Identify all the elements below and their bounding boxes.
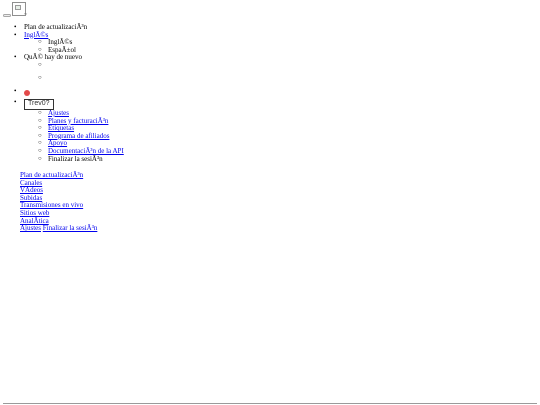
- notification-badge-row: [14, 88, 214, 97]
- settings-logout-row: Ajustes Finalizar la sesiÃ³n: [20, 224, 220, 233]
- nav-user-item: Trev0? Ajustes Planes y facturaciÃ³n Eti…: [14, 98, 214, 164]
- nav-whats-new-text: QuÃ© hay de nuevo: [24, 53, 82, 62]
- user-menu-logout[interactable]: Finalizar la sesiÃ³n: [38, 154, 214, 164]
- link-settings[interactable]: Ajustes: [20, 224, 41, 232]
- main-nav: Plan de actualizaciÃ³n InglÃ©s InglÃ©s E…: [14, 23, 214, 164]
- link-upgrade[interactable]: Plan de actualizaciÃ³n: [20, 171, 220, 180]
- language-options: InglÃ©s EspaÃ±ol: [24, 38, 214, 54]
- link-logout[interactable]: Finalizar la sesiÃ³n: [43, 224, 98, 232]
- whats-new-empty-item: [38, 75, 214, 88]
- user-menu: Ajustes Planes y facturaciÃ³n Etiquetas …: [24, 109, 214, 164]
- language-dropdown-link[interactable]: InglÃ©s: [24, 31, 48, 39]
- menu-toggle-button[interactable]: [3, 14, 11, 17]
- whats-new-empty-item: [38, 62, 214, 75]
- link-websites[interactable]: Sitios web: [20, 209, 220, 218]
- link-channels[interactable]: Canales: [20, 179, 220, 188]
- secondary-nav: Plan de actualizaciÃ³n Canales VÃ­deos S…: [20, 171, 220, 233]
- bottom-divider: [3, 403, 537, 404]
- link-videos[interactable]: VÃ­deos: [20, 187, 220, 195]
- link-live-streams[interactable]: Transmisiones en vivo: [20, 202, 220, 210]
- whats-new-list: [24, 62, 214, 88]
- nav-whats-new-item[interactable]: QuÃ© hay de nuevo: [14, 54, 214, 88]
- broken-image-icon: [15, 5, 21, 10]
- notification-badge-icon[interactable]: [24, 89, 30, 96]
- user-menu-logout-label: Finalizar la sesiÃ³n: [48, 154, 103, 163]
- nav-language-item: InglÃ©s InglÃ©s EspaÃ±ol: [14, 31, 214, 55]
- menu-tilde: ~: [24, 12, 28, 18]
